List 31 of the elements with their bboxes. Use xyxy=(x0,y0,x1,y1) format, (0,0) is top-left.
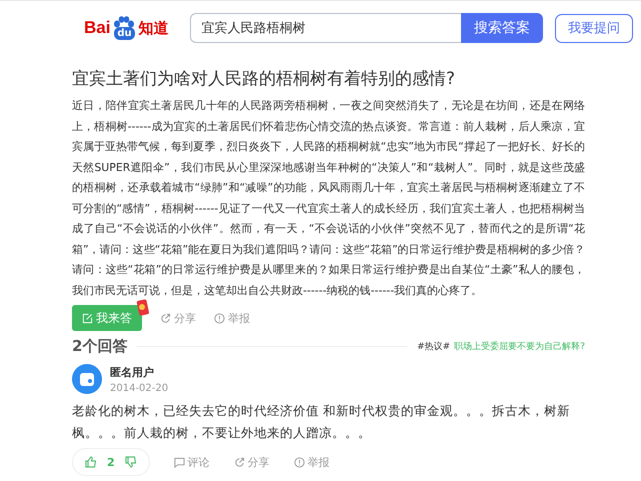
logo-text: 知道 xyxy=(138,18,168,38)
question-body: 近日，陪伴宜宾土著居民几十年的人民路两旁梧桐树，一夜之间突然消失了，无论是在坊间，还是在网络上，梧桐树------成为宜宾的土著居民们怀着悲伤心情交流的热点谈资。常言道：前人栽树，后人乘凉，宜宾属于亚热带气候，每到夏季，烈日炎炎下，人民路的梧桐树就“忠实”地为市民“撑起了一把好长、好长的天然SUPER遮阳伞”，我们市民从心里深深地感谢当年种树的“决策人”和“栽树人”。同时，就是这些茂盛的梧桐树，还承载着城市“绿肺”和“减噪”的功能，风风雨雨几十年，宜宾土著居民与梧桐树逐渐建立了不可分割的“感情”，梧桐树------见证了一代又一代宜宾土著人的成长经历，我们宜宾土著人，也把梧桐树当成了自己“不会说话的小伙伴”。然而，有一天，“不会说话的小伙伴”突然不见了，替而代之的是所谓“花箱”，请问：这些“花箱”能在夏日为我们遮阳吗？请问：这些“花箱”的日常运行维护费是梧桐树的多少倍？请问：这些“花箱”的日常运行维护费是从哪里来的？如果日常运行维护费是出自某位“土豪”私人的腰包，我们市民无话可说，但是，这笔却出自公共财政------纳税的钱------我们真的心疼了。 xyxy=(72,98,585,298)
report-icon xyxy=(214,312,225,324)
share-link[interactable]: 分享 xyxy=(160,310,196,326)
hot-topic-link[interactable]: 职场上受委屈要不要为自己解释? xyxy=(454,340,585,353)
report-icon xyxy=(294,456,305,468)
share-icon xyxy=(160,312,171,324)
ask-question-button[interactable]: 我要提问 xyxy=(555,14,633,42)
answer-count: 2个回答 xyxy=(72,337,128,356)
comment-link[interactable]: 评论 xyxy=(174,454,210,470)
logo-text: du xyxy=(114,27,135,40)
share-link[interactable]: 分享 xyxy=(234,454,270,470)
answer-text: 老龄化的树木，已经失去它的时代经济价值 和新时代权贵的审金观。。。拆古木，树新枫。。。前人栽的树，不要让外地来的人蹭凉。。。 xyxy=(72,402,571,442)
avatar-icon xyxy=(72,364,102,394)
search-button[interactable]: 搜索答案 xyxy=(461,13,544,43)
thumbs-up-icon[interactable] xyxy=(85,456,97,468)
share-icon xyxy=(234,456,245,468)
search-field[interactable]: 宜宾人民路梧桐树 xyxy=(190,13,462,43)
report-link[interactable]: 举报 xyxy=(294,454,330,470)
hot-tag: #热议# xyxy=(417,340,450,353)
question-title: 宜宾土著们为啥对人民路的梧桐树有着特别的感情? xyxy=(72,68,456,90)
edit-icon xyxy=(82,312,93,324)
answer-date: 2014-02-20 xyxy=(110,382,168,394)
answer-button[interactable]: 我来答 xyxy=(72,305,142,331)
like-count: 2 xyxy=(107,456,115,468)
logo-text: Bai xyxy=(84,18,110,38)
report-link[interactable]: 举报 xyxy=(214,310,250,326)
thumbs-down-icon[interactable] xyxy=(124,456,137,468)
comment-icon xyxy=(174,456,185,468)
envelope-icon xyxy=(136,299,150,317)
author-name: 匿名用户 xyxy=(110,364,155,380)
